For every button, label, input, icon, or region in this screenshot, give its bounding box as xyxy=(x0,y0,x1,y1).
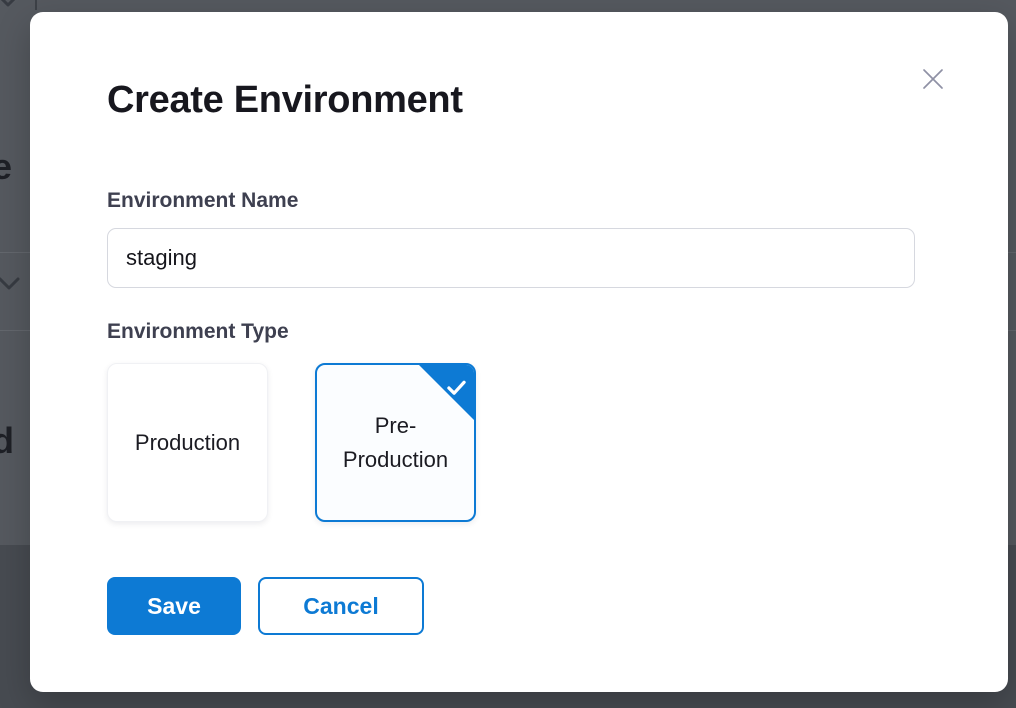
dialog-title: Create Environment xyxy=(107,78,931,122)
background-partial-text: e xyxy=(0,146,12,188)
environment-name-label: Environment Name xyxy=(107,190,931,212)
create-environment-dialog: Create Environment Environment Name Envi… xyxy=(30,12,1008,692)
option-card-label: Production xyxy=(135,426,240,460)
close-button[interactable] xyxy=(917,64,949,96)
environment-name-input[interactable] xyxy=(107,228,915,288)
environment-type-options: Production Pre-Production xyxy=(107,363,931,522)
chevron-down-icon xyxy=(0,0,20,14)
dialog-actions: Save Cancel xyxy=(107,577,931,635)
option-card-pre-production[interactable]: Pre-Production xyxy=(315,363,476,522)
option-card-production[interactable]: Production xyxy=(107,363,268,522)
cancel-button[interactable]: Cancel xyxy=(258,577,424,635)
close-icon xyxy=(919,65,947,96)
save-button[interactable]: Save xyxy=(107,577,241,635)
dialog-content: Create Environment Environment Name Envi… xyxy=(30,12,1008,692)
chevron-down-icon xyxy=(0,276,21,297)
option-card-label: Pre-Production xyxy=(331,409,460,477)
background-fragment xyxy=(35,0,37,10)
environment-type-label: Environment Type xyxy=(107,321,931,343)
check-icon xyxy=(445,373,468,407)
background-partial-text: d xyxy=(0,420,14,462)
